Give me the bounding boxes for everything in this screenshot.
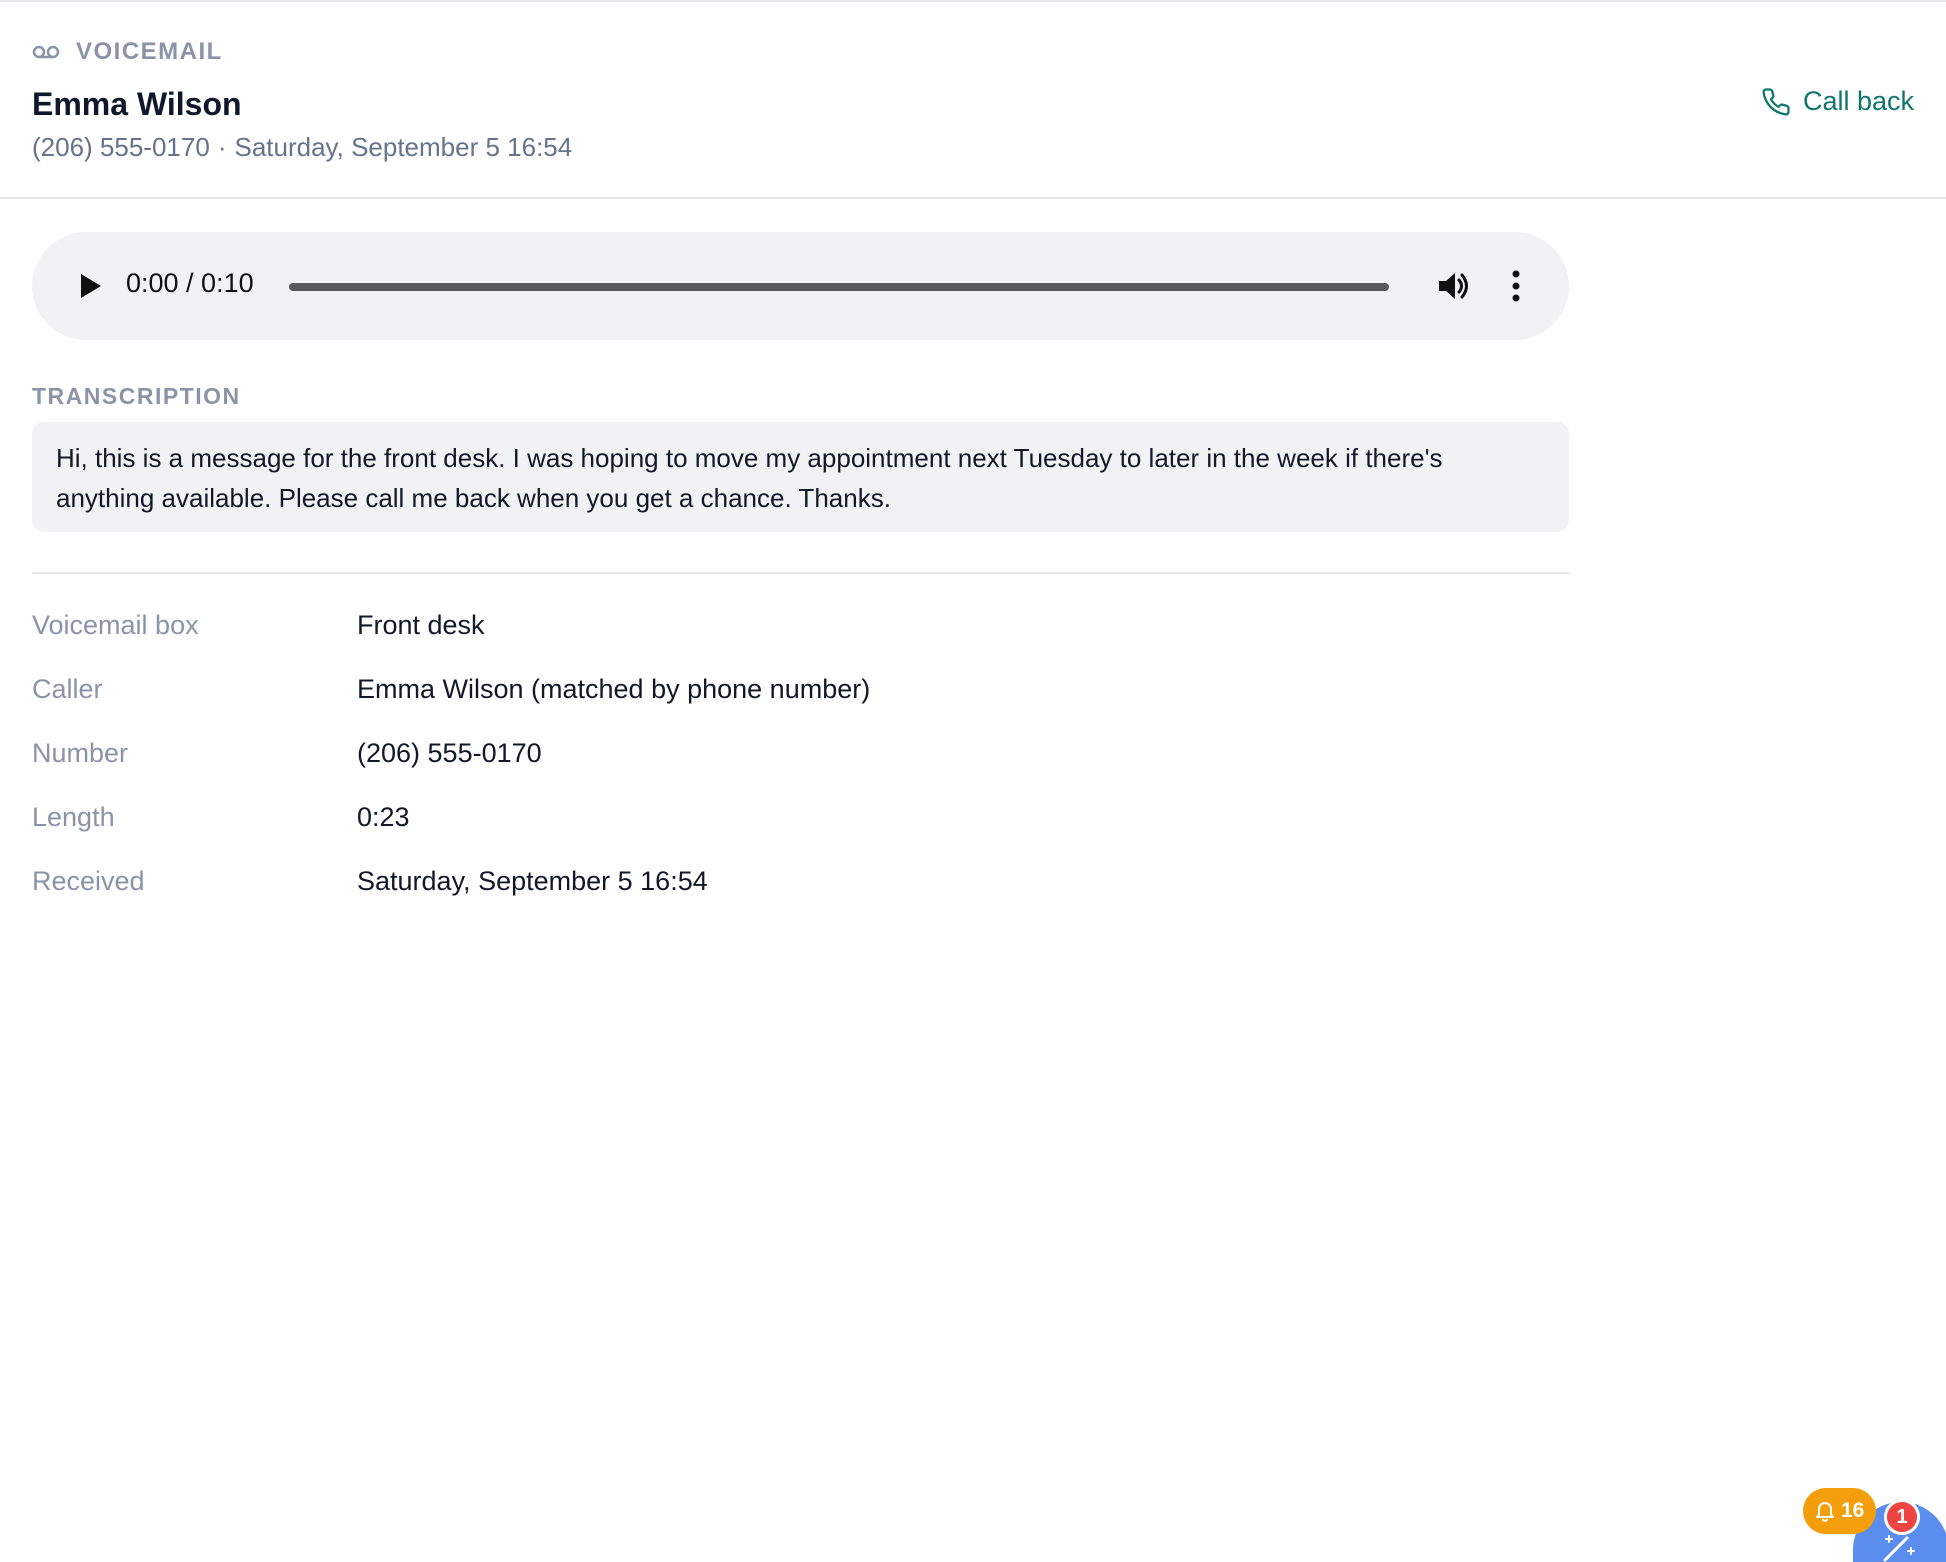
notifications-button[interactable]: 16 [1803,1488,1877,1534]
detail-value: Emma Wilson (matched by phone number) [357,674,871,704]
more-vertical-icon[interactable] [1510,268,1522,304]
voicemail-detail-page: VOICEMAIL Emma Wilson (206) 555-0170 · S… [0,0,1946,1562]
separator: · [217,132,227,162]
details-list: Voicemail box Front desk Caller Emma Wil… [32,610,1569,930]
audio-player: 0:00 / 0:10 [32,232,1569,340]
caller-phone: (206) 555-0170 [32,132,210,162]
phone-icon [1762,87,1790,115]
received-timestamp: Saturday, September 5 16:54 [234,132,573,162]
play-icon[interactable] [74,270,106,302]
details-divider [32,572,1569,574]
detail-label: Caller [32,674,103,704]
alert-count-badge: 1 [1884,1499,1920,1535]
call-back-label: Call back [1802,86,1914,116]
voicemail-header: VOICEMAIL Emma Wilson (206) 555-0170 · S… [0,2,1946,199]
detail-row-caller: Caller Emma Wilson (matched by phone num… [32,674,1569,738]
section-label: VOICEMAIL [76,38,223,65]
detail-label: Length [32,802,115,832]
detail-value: (206) 555-0170 [357,738,542,768]
detail-value: 0:23 [357,802,410,832]
voicemail-icon [32,45,60,59]
detail-row-length: Length 0:23 [32,802,1569,866]
volume-icon[interactable] [1435,268,1471,304]
transcription-text: Hi, this is a message for the front desk… [32,422,1569,532]
detail-value: Saturday, September 5 16:54 [357,866,708,896]
time-display: 0:00 / 0:10 [126,268,254,298]
call-back-button[interactable]: Call back [1761,86,1914,117]
seek-bar[interactable] [289,283,1389,291]
detail-label: Voicemail box [32,610,199,640]
detail-value: Front desk [357,610,485,640]
detail-row-received: Received Saturday, September 5 16:54 [32,866,1569,930]
bell-icon [1816,1502,1834,1522]
contact-subtitle: (206) 555-0170 · Saturday, September 5 1… [32,132,572,163]
detail-row-voicemail-box: Voicemail box Front desk [32,610,1569,674]
notification-count: 16 [1841,1499,1865,1522]
contact-name: Emma Wilson [32,86,242,122]
detail-label: Number [32,738,129,768]
transcription-label: TRANSCRIPTION [32,383,241,409]
section-kicker: VOICEMAIL [32,38,223,66]
detail-label: Received [32,866,145,896]
detail-row-number: Number (206) 555-0170 [32,738,1569,802]
